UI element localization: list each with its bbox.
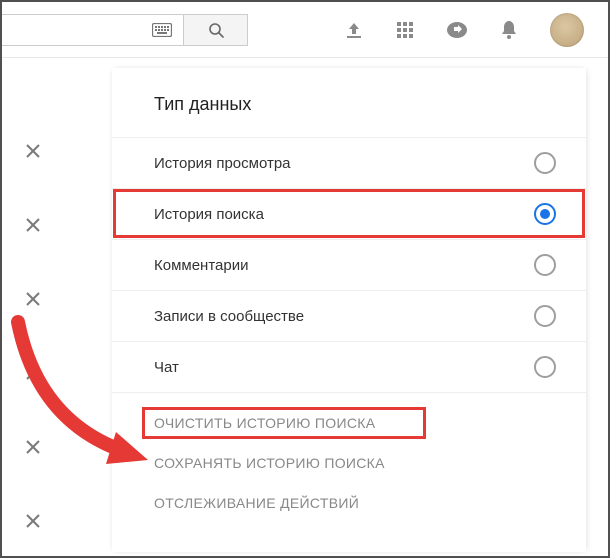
option-row[interactable]: Записи в сообществе xyxy=(112,290,586,341)
panel-actions: ОЧИСТИТЬ ИСТОРИЮ ПОИСКАСОХРАНЯТЬ ИСТОРИЮ… xyxy=(112,392,586,523)
close-icon[interactable] xyxy=(24,364,46,386)
option-row[interactable]: Чат xyxy=(112,341,586,392)
close-icon[interactable] xyxy=(24,512,46,534)
close-icon[interactable] xyxy=(24,142,46,164)
app-frame: Тип данных История просмотра История поис… xyxy=(0,0,610,558)
close-icon[interactable] xyxy=(24,438,46,460)
action-item[interactable]: ОЧИСТИТЬ ИСТОРИЮ ПОИСКА xyxy=(154,403,556,443)
panel-header: Тип данных xyxy=(112,86,586,137)
avatar[interactable] xyxy=(550,13,584,47)
radio-icon[interactable] xyxy=(534,305,556,327)
option-label: История поиска xyxy=(154,206,264,223)
data-type-panel: Тип данных История просмотра История поис… xyxy=(112,68,586,552)
close-icon[interactable] xyxy=(24,290,46,312)
option-row[interactable]: История поиска xyxy=(112,188,586,239)
option-label: Записи в сообществе xyxy=(154,308,304,325)
share-icon[interactable] xyxy=(446,21,468,39)
radio-icon[interactable] xyxy=(534,356,556,378)
radio-icon[interactable] xyxy=(534,203,556,225)
apps-icon[interactable] xyxy=(396,21,414,39)
radio-icon[interactable] xyxy=(534,254,556,276)
option-label: Комментарии xyxy=(154,257,248,274)
option-row[interactable]: Комментарии xyxy=(112,239,586,290)
option-label: Чат xyxy=(154,359,179,376)
top-icons xyxy=(344,13,608,47)
option-label: История просмотра xyxy=(154,155,291,172)
action-item[interactable]: ОТСЛЕЖИВАНИЕ ДЕЙСТВИЙ xyxy=(154,483,556,523)
left-list-actions xyxy=(24,142,46,534)
upload-icon[interactable] xyxy=(344,21,364,39)
option-row[interactable]: История просмотра xyxy=(112,137,586,188)
bell-icon[interactable] xyxy=(500,20,518,40)
keyboard-icon[interactable] xyxy=(141,15,183,45)
close-icon[interactable] xyxy=(24,216,46,238)
action-item[interactable]: СОХРАНЯТЬ ИСТОРИЮ ПОИСКА xyxy=(154,443,556,483)
top-bar xyxy=(2,2,608,58)
search-button[interactable] xyxy=(183,15,247,45)
search-box xyxy=(0,14,248,46)
search-input[interactable] xyxy=(1,15,141,45)
radio-icon[interactable] xyxy=(534,152,556,174)
